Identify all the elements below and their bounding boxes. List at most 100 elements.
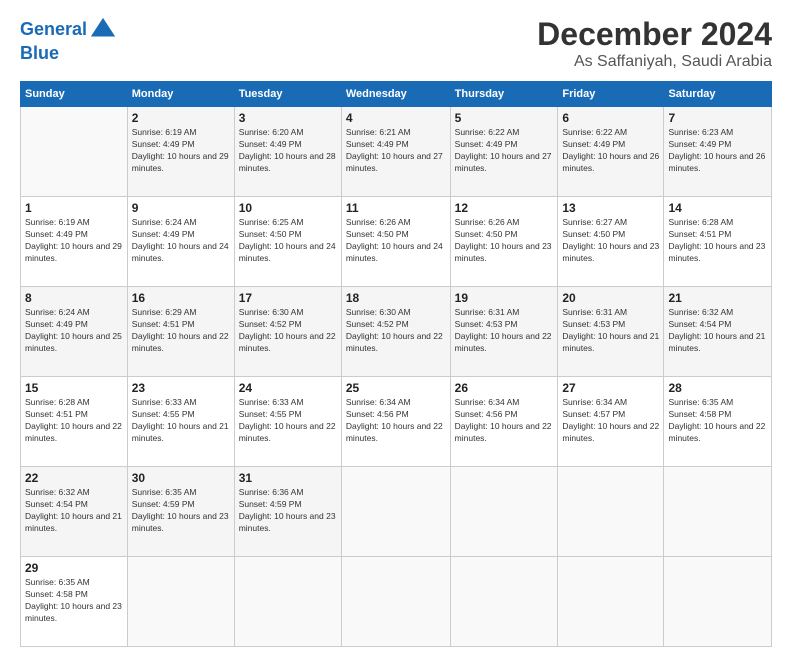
calendar-cell: 4Sunrise: 6:21 AMSunset: 4:49 PMDaylight…: [341, 107, 450, 197]
logo: General Blue: [20, 16, 117, 64]
calendar-cell: [558, 557, 664, 647]
day-info: Sunrise: 6:27 AMSunset: 4:50 PMDaylight:…: [562, 217, 659, 265]
day-number: 24: [239, 381, 337, 395]
day-info: Sunrise: 6:23 AMSunset: 4:49 PMDaylight:…: [668, 127, 767, 175]
table-row: 22 Sunrise: 6:32 AMSunset: 4:54 PMDayligh…: [21, 467, 772, 557]
day-number: 2: [132, 111, 230, 125]
calendar-cell: 27Sunrise: 6:34 AMSunset: 4:57 PMDayligh…: [558, 377, 664, 467]
day-info: Sunrise: 6:32 AMSunset: 4:54 PMDaylight:…: [25, 487, 123, 535]
day-number: 22: [25, 471, 123, 485]
day-info: Sunrise: 6:26 AMSunset: 4:50 PMDaylight:…: [455, 217, 554, 265]
day-info: Sunrise: 6:22 AMSunset: 4:49 PMDaylight:…: [455, 127, 554, 175]
calendar-table: Sunday Monday Tuesday Wednesday Thursday…: [20, 81, 772, 647]
day-number: 11: [346, 201, 446, 215]
day-info: Sunrise: 6:34 AMSunset: 4:56 PMDaylight:…: [346, 397, 446, 445]
calendar-cell: 29Sunrise: 6:35 AMSunset: 4:58 PMDayligh…: [21, 557, 128, 647]
calendar-cell: 17Sunrise: 6:30 AMSunset: 4:52 PMDayligh…: [234, 287, 341, 377]
logo-text: General: [20, 20, 87, 40]
day-info: Sunrise: 6:24 AMSunset: 4:49 PMDaylight:…: [132, 217, 230, 265]
day-info: Sunrise: 6:29 AMSunset: 4:51 PMDaylight:…: [132, 307, 230, 355]
col-thursday: Thursday: [450, 82, 558, 107]
day-number: 9: [132, 201, 230, 215]
table-row: 1 Sunrise: 6:19 AMSunset: 4:49 PMDaylight…: [21, 197, 772, 287]
calendar-cell: 11Sunrise: 6:26 AMSunset: 4:50 PMDayligh…: [341, 197, 450, 287]
calendar-cell: 30Sunrise: 6:35 AMSunset: 4:59 PMDayligh…: [127, 467, 234, 557]
header: General Blue December 2024 As Saffaniyah…: [20, 16, 772, 71]
logo-blue: Blue: [20, 44, 117, 64]
calendar-cell: 16 Sunrise: 6:29 AMSunset: 4:51 PMDayligh…: [127, 287, 234, 377]
day-info: Sunrise: 6:31 AMSunset: 4:53 PMDaylight:…: [455, 307, 554, 355]
day-number: 30: [132, 471, 230, 485]
table-row: 15 Sunrise: 6:28 AMSunset: 4:51 PMDayligh…: [21, 377, 772, 467]
header-row: Sunday Monday Tuesday Wednesday Thursday…: [21, 82, 772, 107]
day-number: 23: [132, 381, 230, 395]
day-number: 31: [239, 471, 337, 485]
calendar-cell: 5Sunrise: 6:22 AMSunset: 4:49 PMDaylight…: [450, 107, 558, 197]
calendar-cell: 22 Sunrise: 6:32 AMSunset: 4:54 PMDayligh…: [21, 467, 128, 557]
calendar-cell: 10 Sunrise: 6:25 AMSunset: 4:50 PMDayligh…: [234, 197, 341, 287]
col-friday: Friday: [558, 82, 664, 107]
calendar-cell: 14Sunrise: 6:28 AMSunset: 4:51 PMDayligh…: [664, 197, 772, 287]
day-number: 25: [346, 381, 446, 395]
calendar-cell: 7 Sunrise: 6:23 AMSunset: 4:49 PMDaylight…: [664, 107, 772, 197]
day-info: Sunrise: 6:28 AMSunset: 4:51 PMDaylight:…: [25, 397, 123, 445]
day-info: Sunrise: 6:30 AMSunset: 4:52 PMDaylight:…: [239, 307, 337, 355]
day-number: 7: [668, 111, 767, 125]
day-info: Sunrise: 6:24 AMSunset: 4:49 PMDaylight:…: [25, 307, 123, 355]
day-info: Sunrise: 6:31 AMSunset: 4:53 PMDaylight:…: [562, 307, 659, 355]
col-tuesday: Tuesday: [234, 82, 341, 107]
calendar-cell: 13 Sunrise: 6:27 AMSunset: 4:50 PMDayligh…: [558, 197, 664, 287]
day-number: 19: [455, 291, 554, 305]
day-number: 28: [668, 381, 767, 395]
title-block: December 2024 As Saffaniyah, Saudi Arabi…: [537, 16, 772, 71]
day-info: Sunrise: 6:25 AMSunset: 4:50 PMDaylight:…: [239, 217, 337, 265]
calendar-cell: 12 Sunrise: 6:26 AMSunset: 4:50 PMDayligh…: [450, 197, 558, 287]
day-info: Sunrise: 6:20 AMSunset: 4:49 PMDaylight:…: [239, 127, 337, 175]
month-title: December 2024: [537, 16, 772, 53]
col-sunday: Sunday: [21, 82, 128, 107]
calendar-cell: 24Sunrise: 6:33 AMSunset: 4:55 PMDayligh…: [234, 377, 341, 467]
day-info: Sunrise: 6:28 AMSunset: 4:51 PMDaylight:…: [668, 217, 767, 265]
logo-icon: [89, 16, 117, 44]
day-info: Sunrise: 6:30 AMSunset: 4:52 PMDaylight:…: [346, 307, 446, 355]
calendar-cell: 3 Sunrise: 6:20 AMSunset: 4:49 PMDaylight…: [234, 107, 341, 197]
calendar-cell: [234, 557, 341, 647]
day-info: Sunrise: 6:34 AMSunset: 4:56 PMDaylight:…: [455, 397, 554, 445]
day-number: 26: [455, 381, 554, 395]
col-monday: Monday: [127, 82, 234, 107]
table-row: 29Sunrise: 6:35 AMSunset: 4:58 PMDayligh…: [21, 557, 772, 647]
calendar-cell: 1 Sunrise: 6:19 AMSunset: 4:49 PMDaylight…: [21, 197, 128, 287]
day-number: 3: [239, 111, 337, 125]
day-number: 15: [25, 381, 123, 395]
day-info: Sunrise: 6:19 AMSunset: 4:49 PMDaylight:…: [25, 217, 123, 265]
day-info: Sunrise: 6:22 AMSunset: 4:49 PMDaylight:…: [562, 127, 659, 175]
calendar-cell: [21, 107, 128, 197]
calendar-cell: [341, 467, 450, 557]
calendar-cell: 20Sunrise: 6:31 AMSunset: 4:53 PMDayligh…: [558, 287, 664, 377]
day-number: 21: [668, 291, 767, 305]
day-number: 29: [25, 561, 123, 575]
day-number: 6: [562, 111, 659, 125]
calendar-cell: 2Sunrise: 6:19 AMSunset: 4:49 PMDaylight…: [127, 107, 234, 197]
day-number: 8: [25, 291, 123, 305]
table-row: 2Sunrise: 6:19 AMSunset: 4:49 PMDaylight…: [21, 107, 772, 197]
day-number: 12: [455, 201, 554, 215]
calendar-cell: [341, 557, 450, 647]
col-wednesday: Wednesday: [341, 82, 450, 107]
calendar-cell: [664, 467, 772, 557]
table-row: 8 Sunrise: 6:24 AMSunset: 4:49 PMDaylight…: [21, 287, 772, 377]
calendar-cell: 19 Sunrise: 6:31 AMSunset: 4:53 PMDayligh…: [450, 287, 558, 377]
day-number: 13: [562, 201, 659, 215]
calendar-cell: 8 Sunrise: 6:24 AMSunset: 4:49 PMDaylight…: [21, 287, 128, 377]
calendar-cell: 28Sunrise: 6:35 AMSunset: 4:58 PMDayligh…: [664, 377, 772, 467]
location-title: As Saffaniyah, Saudi Arabia: [537, 53, 772, 71]
calendar-cell: 31 Sunrise: 6:36 AMSunset: 4:59 PMDayligh…: [234, 467, 341, 557]
calendar-cell: [450, 557, 558, 647]
calendar-cell: 26 Sunrise: 6:34 AMSunset: 4:56 PMDayligh…: [450, 377, 558, 467]
calendar-cell: 9 Sunrise: 6:24 AMSunset: 4:49 PMDaylight…: [127, 197, 234, 287]
day-info: Sunrise: 6:36 AMSunset: 4:59 PMDaylight:…: [239, 487, 337, 535]
day-number: 16: [132, 291, 230, 305]
day-number: 10: [239, 201, 337, 215]
day-number: 1: [25, 201, 123, 215]
day-info: Sunrise: 6:21 AMSunset: 4:49 PMDaylight:…: [346, 127, 446, 175]
